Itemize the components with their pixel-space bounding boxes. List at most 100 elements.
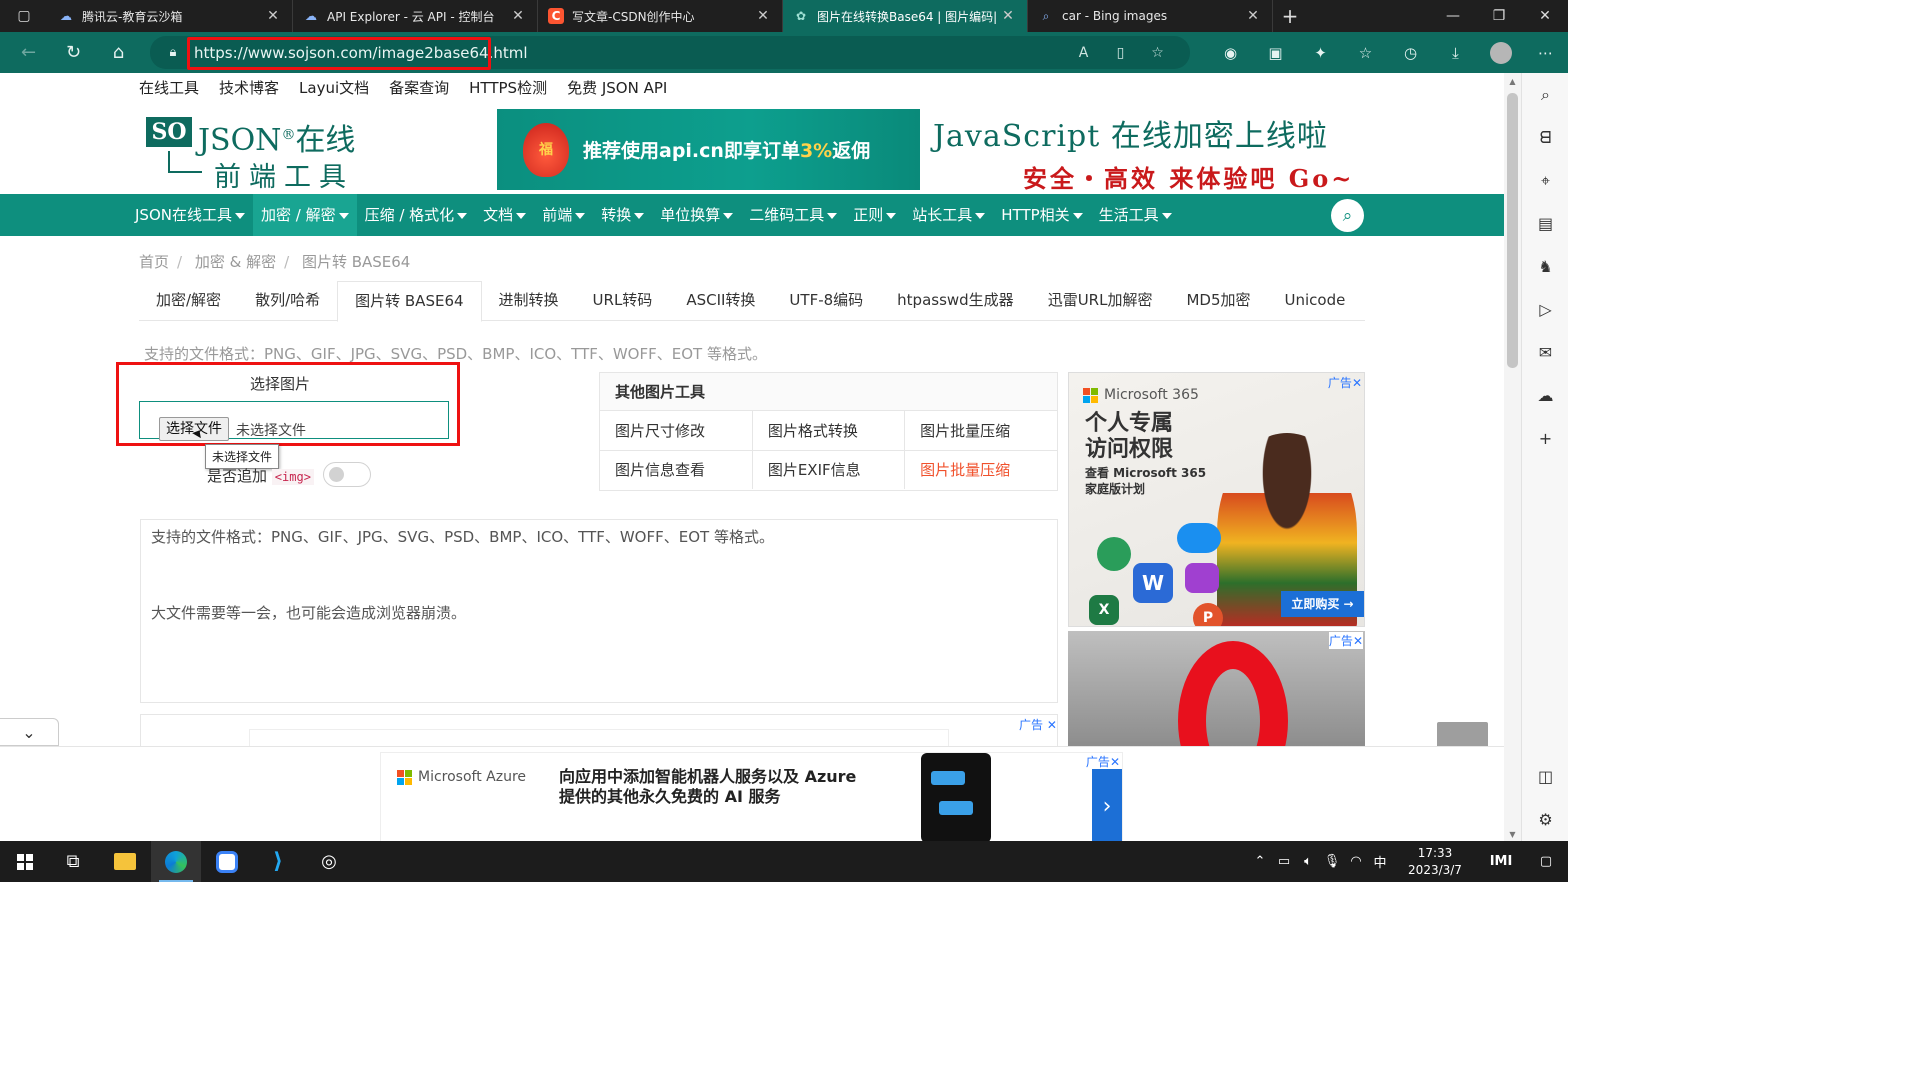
tool-tab[interactable]: 迅雷URL加解密 xyxy=(1031,281,1170,320)
add-icon[interactable]: + xyxy=(1522,417,1569,460)
extension-icon-2[interactable]: ▣ xyxy=(1253,32,1298,73)
nav-item[interactable]: 生活工具 xyxy=(1091,194,1180,236)
top-link[interactable]: HTTPS检测 xyxy=(469,77,547,98)
edge-browser-icon[interactable] xyxy=(151,841,201,882)
chevron-down-icon[interactable]: ⌄ xyxy=(0,718,59,746)
extensions-icon[interactable]: ✦ xyxy=(1298,32,1343,73)
tool-tab[interactable]: 图片转 BASE64 xyxy=(337,281,482,322)
favorites-icon[interactable]: ☆ xyxy=(1343,32,1388,73)
base64-output[interactable]: 支持的文件格式：PNG、GIF、JPG、SVG、PSD、BMP、ICO、TTF、… xyxy=(140,519,1058,703)
microsoft365-ad[interactable]: 广告✕ Microsoft 365 个人专属 访问权限 查看 Microsoft … xyxy=(1068,372,1365,627)
close-icon[interactable]: ✕ xyxy=(1244,8,1262,24)
top-link[interactable]: 免费 JSON API xyxy=(567,77,667,98)
append-img-toggle[interactable] xyxy=(323,462,371,487)
tool-tab[interactable]: 加密/解密 xyxy=(139,281,238,320)
microphone-icon[interactable]: 🎙︎ xyxy=(1320,854,1344,869)
buy-now-button[interactable]: 立即购买 → xyxy=(1281,591,1364,617)
tool-tab[interactable]: MD5加密 xyxy=(1169,281,1267,320)
nav-item[interactable]: JSON在线工具 xyxy=(127,194,253,236)
read-aloud-icon[interactable]: A xyxy=(1065,36,1102,69)
tool-tab[interactable]: htpasswd生成器 xyxy=(880,281,1031,320)
file-explorer-icon[interactable] xyxy=(100,841,150,882)
clock[interactable]: 17:33 2023/3/7 xyxy=(1400,845,1470,879)
scroll-down-icon[interactable]: ▼ xyxy=(1504,830,1521,839)
tag-icon[interactable]: ⌖ xyxy=(1522,159,1569,202)
scroll-thumb[interactable] xyxy=(1507,93,1518,368)
profile-avatar[interactable] xyxy=(1478,32,1523,73)
nav-item[interactable]: 压缩 / 格式化 xyxy=(357,194,476,236)
split-screen-icon[interactable]: ◫ xyxy=(1522,755,1569,798)
browser-tab-2[interactable]: C 写文章-CSDN创作中心 ✕ xyxy=(538,0,783,32)
js-encrypt-banner[interactable]: JavaScript 在线加密上线啦 安全・高效 来体验吧 Go~ xyxy=(933,111,1351,193)
top-link[interactable]: Layui文档 xyxy=(299,77,369,98)
page-scrollbar[interactable]: ▲ ▼ xyxy=(1504,73,1521,841)
nav-item[interactable]: 转换 xyxy=(593,194,652,236)
close-icon[interactable]: ✕ xyxy=(264,8,282,24)
browser-tab-1[interactable]: ☁ API Explorer - 云 API - 控制台 ✕ xyxy=(293,0,538,32)
close-icon[interactable]: ✕ xyxy=(509,8,527,24)
search-icon[interactable]: ⌕ xyxy=(1522,73,1569,116)
ime-indicator[interactable]: 中 xyxy=(1368,852,1392,871)
tool-link[interactable]: 图片EXIF信息 xyxy=(752,449,906,489)
app-icon[interactable] xyxy=(202,841,252,882)
tool-link[interactable]: 图片批量压缩 xyxy=(905,411,1057,450)
opera-ad[interactable]: 广告✕ xyxy=(1068,631,1365,751)
top-link[interactable]: 技术博客 xyxy=(219,77,279,98)
lock-icon[interactable]: 🔒︎ xyxy=(158,45,188,60)
notifications-icon[interactable]: ▢ xyxy=(1524,854,1568,869)
windows-start-icon[interactable] xyxy=(0,841,50,882)
wifi-icon[interactable]: ◠ xyxy=(1344,854,1368,869)
top-link[interactable]: 在线工具 xyxy=(139,77,199,98)
home-icon[interactable]: ⌂ xyxy=(96,32,141,73)
play-icon[interactable]: ▷ xyxy=(1522,288,1569,331)
cloud-icon[interactable]: ☁ xyxy=(1522,374,1569,417)
more-icon[interactable]: ⋯ xyxy=(1523,32,1568,73)
tool-link-highlight[interactable]: 图片批量压缩 xyxy=(904,449,1057,489)
browser-tab-4[interactable]: ⌕ car - Bing images ✕ xyxy=(1028,0,1273,32)
azure-footer-ad[interactable]: Microsoft Azure 向应用中添加智能机器人服务以及 Azure 提供的… xyxy=(0,746,1504,841)
minimize-icon[interactable]: — xyxy=(1430,0,1476,32)
extension-icon[interactable]: ◉ xyxy=(1208,32,1253,73)
add-favorite-icon[interactable]: ☆ xyxy=(1139,36,1176,69)
file-input[interactable]: 选择文件 未选择文件 xyxy=(139,401,449,441)
chevron-up-icon[interactable]: ⌃ xyxy=(1248,854,1272,869)
ad-tag[interactable]: 广告✕ xyxy=(1328,632,1363,649)
next-arrow-button[interactable]: › xyxy=(1092,769,1122,841)
top-link[interactable]: 备案查询 xyxy=(389,77,449,98)
obs-icon[interactable]: ◎ xyxy=(304,841,354,882)
volume-icon[interactable]: 🔈︎ xyxy=(1296,854,1320,869)
vscode-icon[interactable]: ⟩ xyxy=(253,841,303,882)
briefcase-icon[interactable]: ▤ xyxy=(1522,202,1569,245)
search-icon[interactable]: ⌕ xyxy=(1331,199,1364,232)
browser-tab-3[interactable]: ✿ 图片在线转换Base64 | 图片编码| ✕ xyxy=(783,0,1028,32)
breadcrumb-category[interactable]: 加密 & 解密 xyxy=(195,253,276,271)
tool-link[interactable]: 图片格式转换 xyxy=(752,411,906,450)
nav-item[interactable]: 站长工具 xyxy=(904,194,993,236)
tab-actions-icon[interactable]: ▢ xyxy=(0,0,48,32)
tool-tab[interactable]: ASCII转换 xyxy=(669,281,772,320)
breadcrumb-home[interactable]: 首页 xyxy=(139,253,169,271)
close-icon[interactable]: ✕ xyxy=(999,8,1017,24)
outlook-icon[interactable]: ✉ xyxy=(1522,331,1569,374)
history-icon[interactable]: ◷ xyxy=(1388,32,1433,73)
task-view-icon[interactable]: ⧉ xyxy=(48,841,98,882)
restore-icon[interactable]: ❐ xyxy=(1476,0,1522,32)
site-logo[interactable]: SO JSON®在线 前端工具 xyxy=(146,113,358,193)
tool-tab[interactable]: 进制转换 xyxy=(482,281,576,320)
tool-tab[interactable]: 散列/哈希 xyxy=(238,281,337,320)
refresh-icon[interactable]: ↻ xyxy=(51,32,96,73)
nav-item[interactable]: 加密 / 解密 xyxy=(252,194,357,236)
new-tab-button[interactable]: + xyxy=(1273,4,1307,28)
nav-item[interactable]: HTTP相关 xyxy=(993,194,1090,236)
tool-link[interactable]: 图片信息查看 xyxy=(600,449,753,489)
tool-tab[interactable]: Unicode xyxy=(1268,281,1363,320)
ad-tag[interactable]: 广告✕ xyxy=(1086,753,1120,770)
api-banner-ad[interactable]: 推荐使用api.cn即享订单3%返佣 xyxy=(497,109,920,190)
bing-chat-icon[interactable]: ᗺ xyxy=(1522,116,1569,159)
browser-tab-0[interactable]: ☁ 腾讯云-教育云沙箱 ✕ xyxy=(48,0,293,32)
network-icon[interactable]: ▭ xyxy=(1272,854,1296,869)
tool-tab[interactable]: URL转码 xyxy=(576,281,670,320)
reader-view-icon[interactable]: ▯ xyxy=(1102,36,1139,69)
nav-item[interactable]: 正则 xyxy=(845,194,904,236)
scroll-up-icon[interactable]: ▲ xyxy=(1504,77,1521,86)
